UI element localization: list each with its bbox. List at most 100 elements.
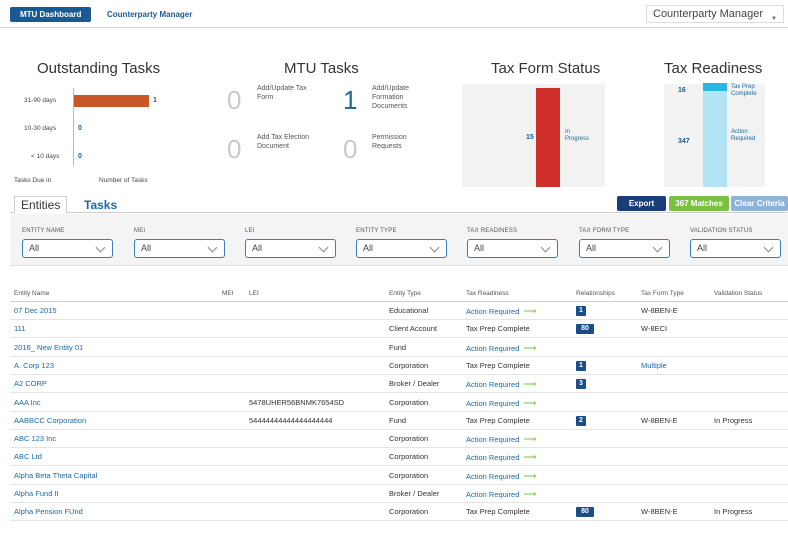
chevron-down-icon [540,242,551,253]
col-header-mei[interactable]: MEI [222,290,234,297]
tax-form-status-title: Tax Form Status [491,60,601,77]
entity-name-link[interactable]: ABC Ltd [14,448,42,466]
entity-type-value: Corporation [389,360,429,370]
tax-readiness-bar-complete[interactable] [703,83,727,91]
entity-name-link[interactable]: AAA Inc [14,394,41,412]
table-row[interactable]: Alpha Fund II Broker / Dealer Action Requi… [10,485,788,503]
entity-name-link[interactable]: AABBCC Corporation [14,412,86,430]
table-row[interactable]: 111 Client Account Tax Prep Complete 80 W-8E… [10,320,788,339]
relationships-badge[interactable]: 80 [576,507,594,518]
tab-mtu-dashboard[interactable]: MTU Dashboard [10,7,92,22]
entity-type-value: Corporation [389,470,429,480]
tax-readiness-filter[interactable]: All [467,239,558,258]
tax-readiness-value[interactable]: Action Required ⟶ [466,485,536,504]
entity-type-value: Client Account [389,324,437,334]
mtu-count[interactable]: 0 [343,136,357,162]
tax-readiness-complete-value: 16 [678,87,686,94]
mtu-task-label: Add/Update Tax Form [257,85,307,101]
col-header-relationships[interactable]: Relationships [576,290,615,297]
entity-type-value: Broker / Dealer [389,379,440,389]
tab-entities[interactable]: Entities [14,196,68,214]
tab-tasks[interactable]: Tasks [84,197,117,213]
arrow-right-icon: ⟶ [523,434,537,445]
mtu-count[interactable]: 0 [227,136,241,162]
tax-readiness-value: Tax Prep Complete [466,412,530,430]
tax-readiness-value[interactable]: Action Required ⟶ [466,339,536,358]
entity-name-link[interactable]: 2016_ New Entity 01 [14,339,83,357]
entity-type-value: Corporation [389,452,429,462]
tax-readiness-text: Action Required [466,490,520,499]
entity-name-link[interactable]: Alpha Fund II [14,485,59,503]
outstanding-row-label: 31-90 days [24,97,57,104]
tax-readiness-text: Action Required [466,435,520,445]
mtu-count[interactable]: 0 [227,87,241,113]
filter-value: All [586,243,597,253]
table-row[interactable]: Alpha Pension FUnd Corporation Tax Prep Co… [10,503,788,522]
relationships-badge[interactable]: 1 [576,306,586,316]
filter-label: VALIDATION STATUS [690,228,753,234]
arrow-right-icon: ⟶ [523,397,537,408]
tax-readiness-complete-label: Tax Prep Complete [731,84,757,97]
app-switcher-dropdown[interactable]: Counterparty Manager ▼ [646,5,784,23]
entity-name-link[interactable]: 07 Dec 2015 [14,302,57,320]
validation-status-filter[interactable]: All [690,239,781,258]
table-row[interactable]: ABC 123 Inc Corporation Action Required ⟶ [10,430,788,449]
tax-readiness-value: Tax Prep Complete [466,357,530,375]
table-row[interactable]: Alpha Beta Theta Capital Corporation Actio… [10,467,788,485]
filter-value: All [474,243,485,253]
mtu-task-label: Add/Update Formation Documents [372,85,409,110]
entity-name-link[interactable]: ABC 123 Inc [14,430,56,448]
tax-readiness-value[interactable]: Action Required ⟶ [466,448,536,467]
entity-type-value: Corporation [389,397,429,407]
col-header-entity-type[interactable]: Entity Type [389,290,421,297]
entity-name-link[interactable]: Alpha Pension FUnd [14,503,83,521]
filter-value: All [252,243,263,253]
tax-readiness-value[interactable]: Action Required ⟶ [466,302,536,321]
table-row[interactable]: A2 CORP Broker / Dealer Action Required ⟶ 3 [10,375,788,394]
relationships-badge[interactable]: 1 [576,360,586,371]
filter-value: All [363,243,374,253]
entity-name-link[interactable]: A2 CORP [14,375,47,393]
entity-name-link[interactable]: Alpha Beta Theta Capital [14,467,97,485]
tax-form-type-filter[interactable]: All [579,239,670,258]
entity-name-filter[interactable]: All [22,239,113,258]
outstanding-bar-31-90[interactable] [74,95,149,107]
table-row[interactable]: AABBCC Corporation 54444444444444444444 Fu… [10,412,788,430]
tax-readiness-value[interactable]: Action Required ⟶ [466,394,536,413]
entity-name-link[interactable]: A. Corp 123 [14,357,54,375]
validation-status-value: In Progress [714,415,753,425]
mtu-count[interactable]: 1 [343,87,357,113]
tax-readiness-action-value: 347 [678,138,690,145]
entity-name-link[interactable]: 111 [14,320,25,338]
col-header-tax-readiness[interactable]: Tax Readiness [466,290,509,297]
tax-form-type-value[interactable]: Multiple [641,357,667,375]
tax-readiness-action-label: Action Required [731,129,756,142]
table-row[interactable]: AAA Inc 5478UHER56BNMK7654SD Corporation Ac… [10,394,788,412]
tax-readiness-value[interactable]: Action Required ⟶ [466,375,536,394]
lei-filter[interactable]: All [245,239,336,258]
relationships-badge[interactable]: 80 [576,324,594,335]
col-header-lei[interactable]: LEI [249,290,259,297]
filter-label: ENTITY TYPE [356,228,397,234]
caret-down-icon: ▼ [771,16,777,22]
col-header-entity-name[interactable]: Entity Name [14,290,49,297]
tax-readiness-bar-action-required[interactable] [703,91,727,187]
tax-readiness-value[interactable]: Action Required ⟶ [466,430,536,449]
table-row[interactable]: A. Corp 123 Corporation Tax Prep Complete 1… [10,357,788,375]
col-header-tax-form-type[interactable]: Tax Form Type [641,290,684,297]
table-row[interactable]: 07 Dec 2015 Educational Action Required ⟶ 1 W… [10,302,788,320]
tax-readiness-title: Tax Readiness [664,60,763,77]
table-row[interactable]: 2016_ New Entity 01 Fund Action Required ⟶ [10,339,788,357]
col-header-validation-status[interactable]: Validation Status [714,290,762,297]
tax-form-bar-in-progress[interactable] [536,88,560,187]
table-row[interactable]: ABC Ltd Corporation Action Required ⟶ [10,448,788,467]
relationships-badge[interactable]: 2 [576,415,586,426]
tax-readiness-value: Tax Prep Complete [466,320,530,338]
tax-readiness-value[interactable]: Action Required ⟶ [466,467,536,486]
relationships-badge[interactable]: 3 [576,379,586,390]
mei-filter[interactable]: All [134,239,225,258]
entity-type-filter[interactable]: All [356,239,447,258]
outstanding-row-label: < 10 days [31,153,60,160]
tab-counterparty-manager[interactable]: Counterparty Manager [107,7,192,22]
chevron-down-icon [652,242,663,253]
